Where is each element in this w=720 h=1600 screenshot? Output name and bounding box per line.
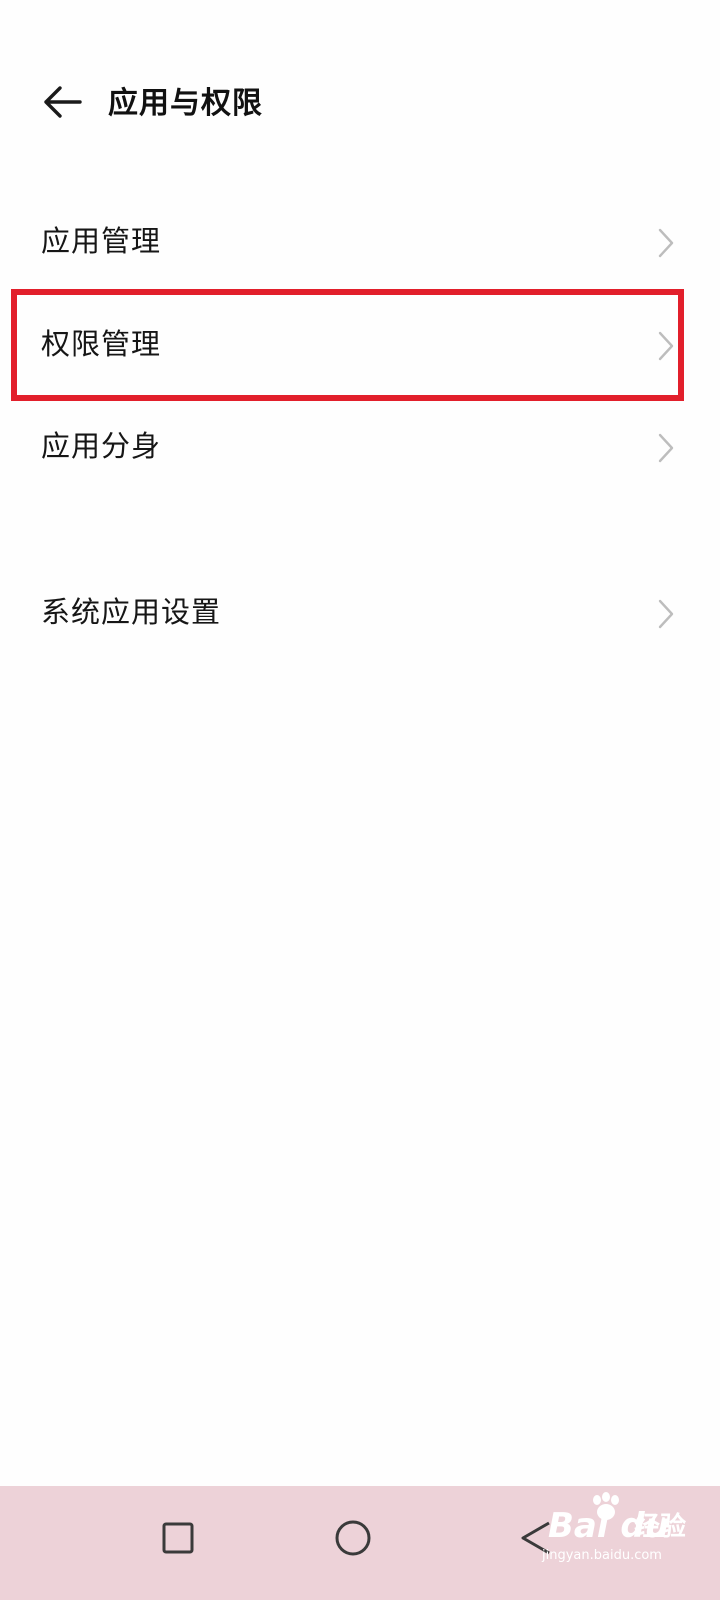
back-button[interactable] (30, 70, 94, 134)
system-navigation-bar (0, 1486, 720, 1600)
menu-item-label: 应用管理 (41, 224, 162, 258)
recents-button[interactable] (146, 1506, 210, 1570)
menu-item-label: 应用分身 (41, 429, 162, 463)
chevron-right-icon (658, 599, 674, 629)
chevron-right-icon (658, 228, 674, 258)
page-title: 应用与权限 (108, 86, 263, 121)
back-triangle-icon (521, 1521, 550, 1555)
nav-back-button[interactable] (504, 1506, 568, 1570)
menu-item-permission-management[interactable]: 权限管理 (0, 294, 720, 398)
recents-square-icon (162, 1522, 194, 1554)
chevron-right-icon (658, 433, 674, 463)
menu-item-app-clone[interactable]: 应用分身 (0, 396, 720, 500)
menu-item-label: 权限管理 (41, 327, 162, 361)
chevron-right-icon (658, 331, 674, 361)
home-button[interactable] (321, 1506, 385, 1570)
arrow-left-icon (44, 86, 82, 118)
menu-item-app-management[interactable]: 应用管理 (0, 191, 720, 295)
home-circle-icon (335, 1520, 371, 1556)
app-bar: 应用与权限 (0, 62, 720, 146)
menu-item-system-app-settings[interactable]: 系统应用设置 (0, 562, 720, 666)
menu-item-label: 系统应用设置 (41, 595, 222, 629)
